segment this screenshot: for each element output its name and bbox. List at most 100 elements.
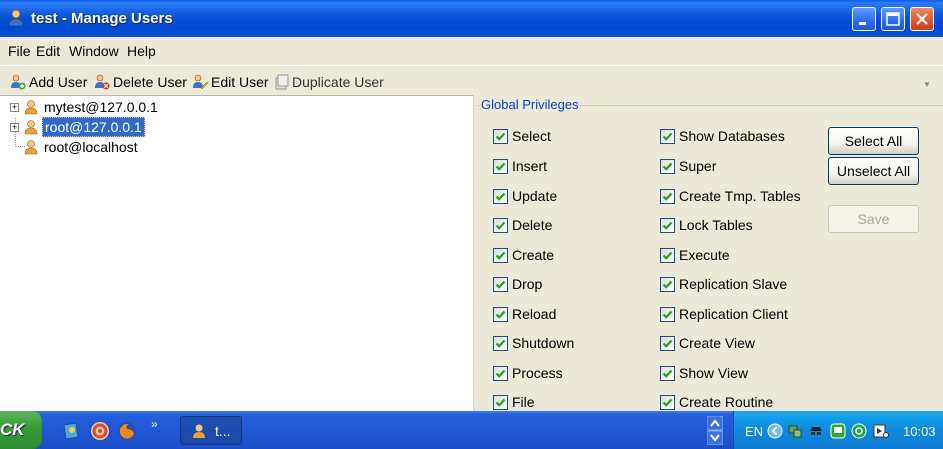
- tree-item[interactable]: root@localhost: [23, 138, 140, 156]
- privilege-label: Replication Client: [679, 306, 788, 322]
- start-label: CK: [0, 420, 25, 439]
- privilege-file[interactable]: File: [493, 393, 535, 411]
- save-button[interactable]: Save: [828, 205, 919, 233]
- privilege-label: Create Tmp. Tables: [679, 188, 801, 204]
- spy-icon[interactable]: [808, 423, 824, 439]
- privilege-checkbox[interactable]: [660, 128, 675, 144]
- privilege-drop[interactable]: Drop: [493, 275, 542, 293]
- toolbar-overflow-icon[interactable]: ▼: [923, 80, 933, 90]
- firefox-icon[interactable]: [117, 421, 137, 441]
- privilege-checkbox[interactable]: [660, 306, 675, 322]
- menu-window[interactable]: Window: [69, 43, 119, 59]
- taskbar: CK » t... EN 10:03: [0, 411, 943, 449]
- privilege-reload[interactable]: Reload: [493, 305, 556, 323]
- privilege-checkbox[interactable]: [660, 217, 675, 233]
- privilege-checkbox[interactable]: [493, 306, 508, 322]
- privilege-show-view[interactable]: Show View: [660, 364, 748, 382]
- privilege-create-tmp-tables[interactable]: Create Tmp. Tables: [660, 187, 801, 205]
- checkmark-icon: [662, 192, 673, 201]
- delete-user-icon: [95, 74, 110, 90]
- chevron-right-icon[interactable]: »: [151, 417, 158, 431]
- taskbar-scroll-icon[interactable]: [707, 416, 723, 445]
- clock: 10:03: [903, 424, 936, 439]
- privilege-replication-slave[interactable]: Replication Slave: [660, 275, 787, 293]
- privilege-create-routine[interactable]: Create Routine: [660, 393, 773, 411]
- privilege-checkbox[interactable]: [660, 394, 675, 410]
- minimize-icon: [859, 22, 866, 25]
- privilege-checkbox[interactable]: [660, 158, 675, 174]
- privilege-checkbox[interactable]: [660, 188, 675, 204]
- chat-icon[interactable]: [830, 423, 846, 439]
- close-button[interactable]: [910, 7, 934, 31]
- tree-item[interactable]: + mytest@127.0.0.1: [10, 98, 160, 116]
- privilege-super[interactable]: Super: [660, 157, 716, 175]
- language-indicator[interactable]: EN: [745, 424, 763, 439]
- checkmark-icon: [662, 132, 673, 141]
- tree-item-label[interactable]: root@127.0.0.1: [42, 117, 145, 137]
- checkmark-icon: [662, 221, 673, 230]
- browser-icon[interactable]: [90, 421, 110, 441]
- edit-user-button[interactable]: Edit User: [192, 72, 269, 92]
- privilege-checkbox[interactable]: [493, 128, 508, 144]
- privilege-delete[interactable]: Delete: [493, 216, 552, 234]
- tree-item-label[interactable]: root@localhost: [42, 138, 140, 156]
- tray-chevron-icon[interactable]: [767, 423, 783, 439]
- unselect-all-button[interactable]: Unselect All: [828, 157, 919, 185]
- edit-user-label: Edit User: [211, 74, 269, 90]
- privilege-checkbox[interactable]: [493, 276, 508, 292]
- privilege-show-databases[interactable]: Show Databases: [660, 127, 785, 145]
- expand-icon[interactable]: +: [10, 102, 19, 112]
- toolbar: Add User Delete User Edit User Duplicate…: [0, 65, 943, 95]
- privilege-insert[interactable]: Insert: [493, 157, 547, 175]
- privilege-checkbox[interactable]: [493, 394, 508, 410]
- checkmark-icon: [495, 369, 506, 378]
- checkmark-icon: [662, 251, 673, 260]
- privilege-lock-tables[interactable]: Lock Tables: [660, 216, 753, 234]
- privilege-create[interactable]: Create: [493, 246, 554, 264]
- privilege-label: File: [512, 394, 535, 410]
- title-bar[interactable]: test - Manage Users: [0, 0, 943, 37]
- delete-user-button[interactable]: Delete User: [94, 72, 187, 92]
- network-icon[interactable]: [787, 423, 803, 439]
- checkmark-icon: [495, 398, 506, 407]
- menu-file[interactable]: File: [8, 43, 31, 59]
- messenger-icon[interactable]: [851, 423, 867, 439]
- privilege-checkbox[interactable]: [493, 365, 508, 381]
- tree-item-label[interactable]: mytest@127.0.0.1: [42, 98, 160, 116]
- privilege-checkbox[interactable]: [493, 217, 508, 233]
- privilege-replication-client[interactable]: Replication Client: [660, 305, 788, 323]
- user-icon: [24, 120, 38, 135]
- privilege-label: Process: [512, 365, 563, 381]
- minimize-button[interactable]: [852, 7, 876, 31]
- menu-help[interactable]: Help: [127, 43, 156, 59]
- privilege-checkbox[interactable]: [660, 365, 675, 381]
- maximize-button[interactable]: [881, 7, 905, 31]
- add-user-button[interactable]: Add User: [10, 72, 87, 92]
- privilege-checkbox[interactable]: [660, 276, 675, 292]
- privilege-process[interactable]: Process: [493, 364, 563, 382]
- close-icon: [916, 13, 928, 25]
- duplicate-user-button[interactable]: Duplicate User: [275, 72, 384, 92]
- privilege-select[interactable]: Select: [493, 127, 551, 145]
- privilege-checkbox[interactable]: [493, 247, 508, 263]
- media-icon[interactable]: [873, 423, 889, 439]
- privilege-checkbox[interactable]: [660, 335, 675, 351]
- user-tree[interactable]: + mytest@127.0.0.1 + root@127.0.0.1 root…: [0, 95, 473, 411]
- privilege-checkbox[interactable]: [660, 247, 675, 263]
- privilege-create-view[interactable]: Create View: [660, 334, 755, 352]
- privilege-execute[interactable]: Execute: [660, 246, 730, 264]
- privilege-update[interactable]: Update: [493, 187, 557, 205]
- privilege-label: Execute: [679, 247, 730, 263]
- tree-item[interactable]: + root@127.0.0.1: [10, 117, 145, 137]
- privilege-checkbox[interactable]: [493, 188, 508, 204]
- expand-icon[interactable]: +: [10, 122, 19, 132]
- privilege-checkbox[interactable]: [493, 158, 508, 174]
- taskbar-window-button[interactable]: t...: [180, 416, 242, 445]
- menu-edit[interactable]: Edit: [36, 43, 60, 59]
- select-all-button[interactable]: Select All: [828, 127, 919, 155]
- start-button[interactable]: CK: [0, 411, 42, 449]
- privilege-shutdown[interactable]: Shutdown: [493, 334, 574, 352]
- checkmark-icon: [662, 280, 673, 289]
- desktop-icon[interactable]: [62, 421, 82, 441]
- privilege-checkbox[interactable]: [493, 335, 508, 351]
